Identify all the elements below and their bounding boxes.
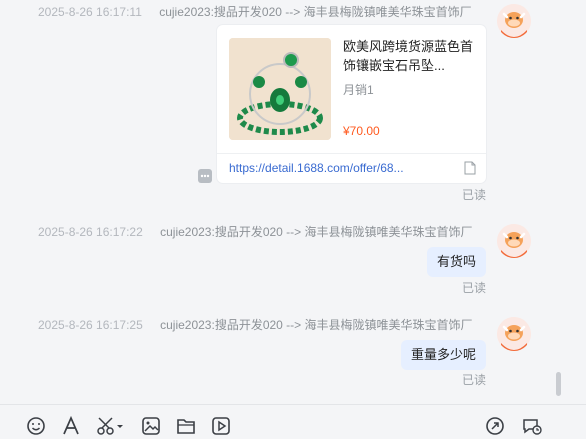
font-icon[interactable] [61, 416, 83, 438]
product-title[interactable]: 欧美风跨境货源蓝色首饰镶嵌宝石吊坠... [343, 37, 473, 75]
message-route: cujie2023:搜品开发020 --> 海丰县梅陇镇唯美华珠宝首饰厂 [160, 225, 473, 239]
message-time: 2025-8-26 16:17:22 [38, 225, 143, 239]
message-route: cujie2023:搜品开发020 --> 海丰县梅陇镇唯美华珠宝首饰厂 [159, 5, 472, 19]
cow-avatar-icon [497, 224, 531, 258]
chat-history-icon[interactable] [521, 416, 543, 438]
input-toolbar [0, 404, 586, 439]
video-icon[interactable] [211, 416, 233, 438]
message-time: 2025-8-26 16:17:25 [38, 318, 143, 332]
document-icon[interactable] [464, 161, 476, 180]
read-status: 已读 [462, 281, 487, 295]
product-card[interactable]: 欧美风跨境货源蓝色首饰镶嵌宝石吊坠... 月销1 ¥70.00 https://… [217, 25, 486, 183]
product-link[interactable]: https://detail.1688.com/offer/68... [229, 161, 404, 175]
scissors-icon[interactable] [96, 416, 126, 438]
message-bubble[interactable]: 有货吗 [426, 247, 486, 277]
card-divider [217, 153, 486, 154]
more-icon[interactable] [198, 169, 212, 188]
message-time: 2025-8-26 16:17:11 [38, 5, 142, 19]
share-icon[interactable] [485, 416, 507, 438]
cow-avatar-icon [497, 4, 531, 38]
emoji-icon[interactable] [26, 416, 48, 438]
message-route: cujie2023:搜品开发020 --> 海丰县梅陇镇唯美华珠宝首饰厂 [160, 318, 473, 332]
message-meta: 2025-8-26 16:17:22 cujie2023:搜品开发020 -->… [38, 223, 473, 240]
avatar[interactable] [497, 4, 531, 38]
chat-area: 2025-8-26 16:17:11 cujie2023:搜品开发020 -->… [0, 0, 586, 404]
scrollbar-thumb[interactable] [556, 372, 561, 396]
read-status: 已读 [462, 373, 487, 387]
product-image[interactable] [229, 38, 331, 140]
image-icon[interactable] [141, 416, 163, 438]
folder-icon[interactable] [176, 416, 198, 438]
message-meta: 2025-8-26 16:17:25 cujie2023:搜品开发020 -->… [38, 316, 473, 333]
message-bubble[interactable]: 重量多少呢 [400, 340, 486, 370]
message-meta: 2025-8-26 16:17:11 cujie2023:搜品开发020 -->… [38, 3, 472, 20]
avatar[interactable] [497, 224, 531, 258]
avatar[interactable] [497, 317, 531, 351]
read-status: 已读 [462, 188, 487, 202]
cow-avatar-icon [497, 317, 531, 351]
product-sales: 月销1 [343, 83, 374, 97]
product-price: ¥70.00 [343, 124, 380, 138]
